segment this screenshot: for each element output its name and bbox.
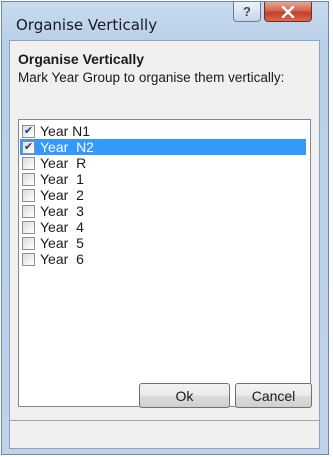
list-item[interactable]: Year 6 — [20, 251, 306, 267]
dialog-client-area: Organise Vertically Mark Year Group to o… — [9, 40, 320, 449]
list-item[interactable]: Year 1 — [20, 171, 306, 187]
list-item-label: Year 6 — [40, 251, 84, 267]
list-item-label: Year 1 — [40, 171, 84, 187]
dialog-window: Organise Vertically ? Organise Verticall… — [1, 1, 329, 455]
checkbox[interactable] — [22, 252, 35, 266]
checkbox-checked[interactable]: ✔ — [22, 124, 35, 138]
list-item-label: Year 4 — [40, 219, 84, 235]
help-icon: ? — [243, 4, 251, 19]
checkbox[interactable] — [22, 220, 35, 234]
help-button[interactable]: ? — [233, 2, 261, 22]
title-bar[interactable]: Organise Vertically ? — [2, 2, 328, 40]
window-title: Organise Vertically — [16, 16, 158, 34]
list-item-label: Year 2 — [40, 187, 84, 203]
checkbox[interactable] — [22, 188, 35, 202]
cancel-button[interactable]: Cancel — [235, 383, 312, 408]
list-item-label: Year 3 — [40, 203, 84, 219]
status-bar — [10, 421, 319, 448]
list-item-label: Year R — [40, 155, 87, 171]
checkbox[interactable] — [22, 172, 35, 186]
list-item[interactable]: ✔ Year N1 — [20, 123, 306, 139]
instruction-text: Mark Year Group to organise them vertica… — [18, 70, 285, 85]
ok-button[interactable]: Ok — [139, 383, 230, 408]
section-heading: Organise Vertically — [18, 51, 145, 67]
list-item[interactable]: Year 2 — [20, 187, 306, 203]
close-icon — [281, 5, 295, 18]
checkbox[interactable] — [22, 156, 35, 170]
checkbox[interactable] — [22, 236, 35, 250]
list-item[interactable]: Year R — [20, 155, 306, 171]
close-button[interactable] — [264, 2, 312, 22]
list-item[interactable]: Year 3 — [20, 203, 306, 219]
checkbox-checked[interactable]: ✔ — [22, 140, 35, 154]
list-item[interactable]: Year 5 — [20, 235, 306, 251]
list-item-label: Year 5 — [40, 235, 84, 251]
year-group-list[interactable]: ✔ Year N1 ✔ Year N2 Year R Year 1 Year 2 — [18, 119, 311, 407]
list-item[interactable]: ✔ Year N2 — [20, 139, 306, 155]
list-item-label: Year N2 — [40, 139, 94, 155]
list-item-label: Year N1 — [40, 123, 91, 139]
checkbox[interactable] — [22, 204, 35, 218]
list-item[interactable]: Year 4 — [20, 219, 306, 235]
